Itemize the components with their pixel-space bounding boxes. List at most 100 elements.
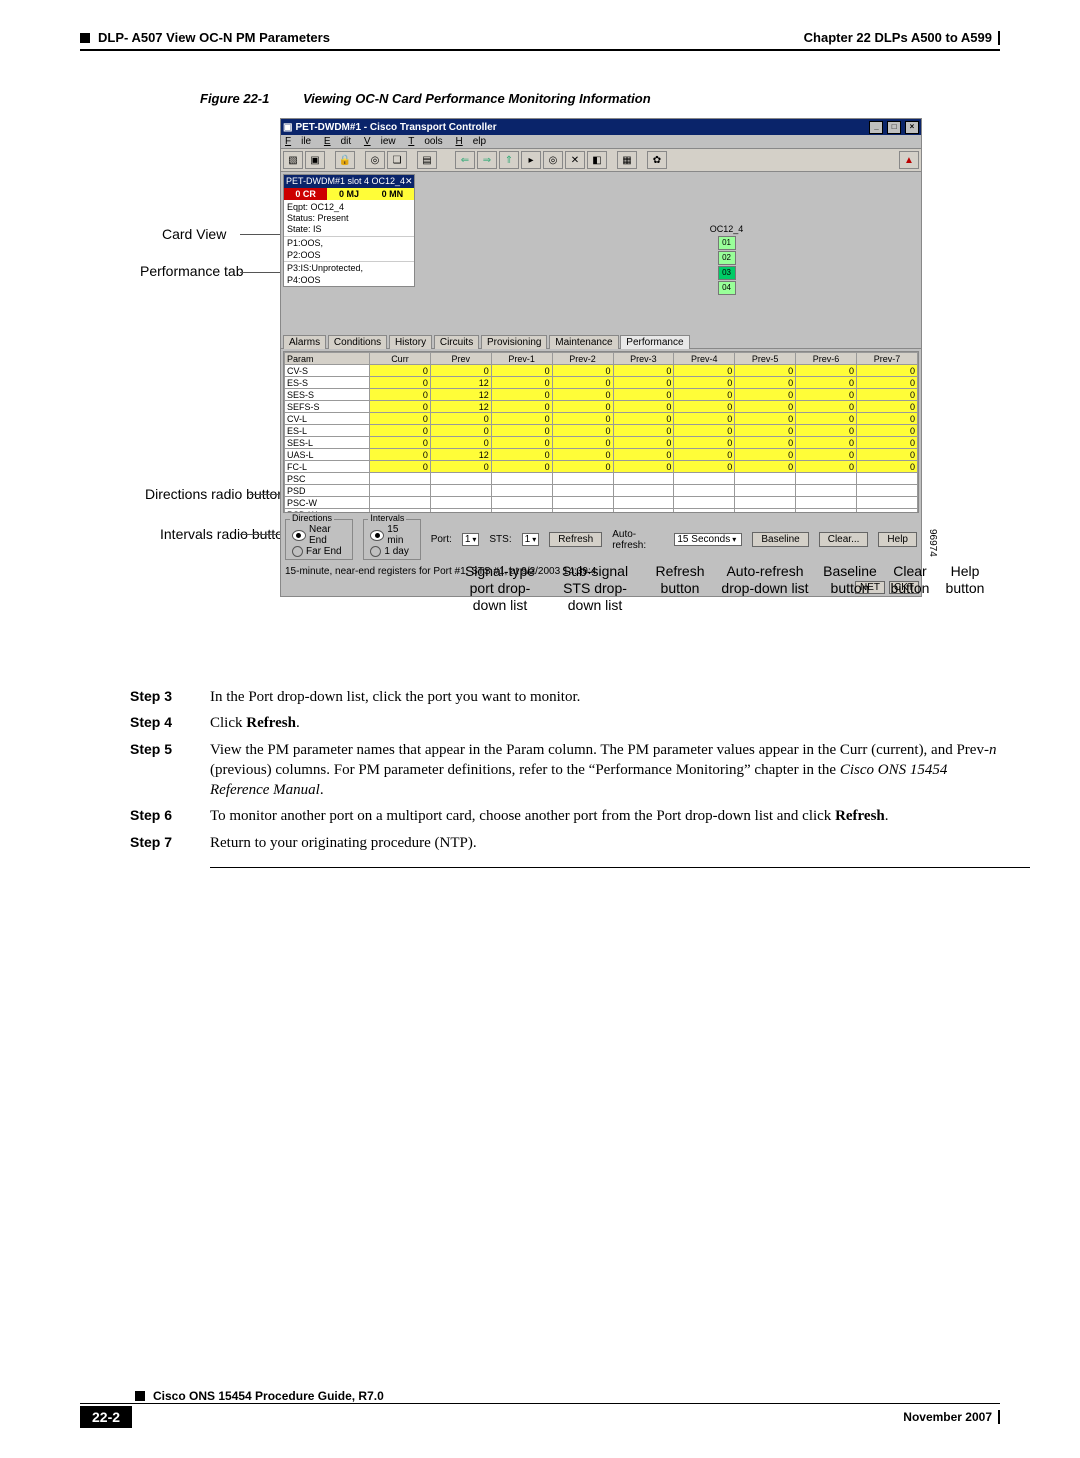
figure-label: Figure 22-1: [200, 91, 269, 106]
auto-refresh-dropdown[interactable]: 15 Seconds: [674, 533, 742, 546]
app-icon: ▣: [283, 122, 292, 133]
radio-far-end[interactable]: Far End: [292, 546, 346, 557]
info-eqpt: Eqpt: OC12_4: [287, 202, 411, 213]
port-p2: P2:OOS: [284, 249, 414, 261]
close-button[interactable]: ×: [905, 121, 919, 134]
tool-btn[interactable]: ◎: [365, 151, 385, 169]
perf-table-container: ParamCurrPrevPrev-1Prev-2Prev-3Prev-4Pre…: [283, 351, 919, 513]
header-bar: [998, 31, 1000, 45]
step4-label: Step 4: [130, 713, 210, 733]
table-row: PSC: [285, 473, 918, 485]
table-row: CV-S000000000: [285, 365, 918, 377]
tab-maintenance[interactable]: Maintenance: [549, 335, 618, 349]
tool-fwd[interactable]: ⇒: [477, 151, 497, 169]
alarm-cr: 0 CR: [284, 188, 327, 200]
tool-back[interactable]: ⇐: [455, 151, 475, 169]
card-port[interactable]: 04: [718, 281, 736, 295]
radio-15min[interactable]: 15 min: [370, 524, 413, 546]
page-footer: Cisco ONS 15454 Procedure Guide, R7.0 22…: [80, 1389, 1000, 1428]
intervals-group: Intervals 15 min 1 day: [363, 519, 420, 560]
menu-view[interactable]: View: [364, 136, 396, 147]
port-p3: P3:IS:Unprotected,: [284, 261, 414, 274]
tab-circuits[interactable]: Circuits: [434, 335, 479, 349]
menubar: File Edit View Tools Help: [281, 135, 921, 149]
refresh-button[interactable]: Refresh: [549, 532, 602, 547]
clear-button[interactable]: Clear...: [819, 532, 869, 547]
tab-row: Alarms Conditions History Circuits Provi…: [281, 334, 921, 349]
card-port[interactable]: 03: [718, 266, 736, 280]
menu-file[interactable]: File: [285, 136, 311, 147]
help-button[interactable]: Help: [878, 532, 917, 547]
tool-btn[interactable]: ▤: [417, 151, 437, 169]
tool-btn[interactable]: ❏: [387, 151, 407, 169]
callout-signal-type: Signal-type port drop-down list: [455, 563, 545, 613]
table-row: PSD: [285, 485, 918, 497]
callout-baseline: Baseline button: [815, 563, 885, 597]
nav-pane: PET-DWDM#1 slot 4 OC12_4✕ 0 CR 0 MJ 0 MN…: [283, 174, 415, 287]
step6-text: To monitor another port on a multiport c…: [210, 806, 1000, 826]
table-row: PSC-W: [285, 497, 918, 509]
footer-guide: Cisco ONS 15454 Procedure Guide, R7.0: [153, 1389, 384, 1403]
tool-btn[interactable]: ✕: [565, 151, 585, 169]
tool-btn[interactable]: ▦: [617, 151, 637, 169]
tab-alarms[interactable]: Alarms: [283, 335, 326, 349]
card-port[interactable]: 01: [718, 236, 736, 250]
sts-dropdown[interactable]: 1: [522, 533, 540, 546]
step6-label: Step 6: [130, 806, 210, 826]
tool-btn[interactable]: ▣: [305, 151, 325, 169]
maximize-button[interactable]: □: [887, 121, 901, 134]
tool-btn[interactable]: ◎: [543, 151, 563, 169]
menu-help[interactable]: Help: [455, 136, 486, 147]
table-row: CV-L000000000: [285, 413, 918, 425]
perf-table: ParamCurrPrevPrev-1Prev-2Prev-3Prev-4Pre…: [284, 352, 918, 513]
port-dropdown[interactable]: 1: [462, 533, 480, 546]
card-graphic: OC12_4 01 02 03 04: [420, 174, 918, 334]
baseline-button[interactable]: Baseline: [752, 532, 808, 547]
tool-btn[interactable]: ◧: [587, 151, 607, 169]
table-row: SES-L000000000: [285, 437, 918, 449]
card-port[interactable]: 02: [718, 251, 736, 265]
page-number: 22-2: [80, 1406, 132, 1428]
minimize-button[interactable]: _: [869, 121, 883, 134]
callout-refresh: Refresh button: [645, 563, 715, 597]
auto-refresh-label: Auto-refresh:: [612, 529, 664, 551]
tool-btn[interactable]: ▸: [521, 151, 541, 169]
footer-date: November 2007: [903, 1410, 992, 1424]
radio-1day[interactable]: 1 day: [370, 546, 413, 557]
port-label: Port:: [431, 534, 452, 545]
tool-btn[interactable]: ✿: [647, 151, 667, 169]
tab-provisioning[interactable]: Provisioning: [481, 335, 547, 349]
table-row: ES-L000000000: [285, 425, 918, 437]
info-state: State: IS: [287, 224, 411, 235]
table-row: FC-L000000000: [285, 461, 918, 473]
header-left: DLP- A507 View OC-N PM Parameters: [98, 30, 330, 45]
callout-clear: Clear button: [880, 563, 940, 597]
menu-edit[interactable]: Edit: [324, 136, 351, 147]
card-label: OC12_4: [710, 224, 744, 234]
step5-text: View the PM parameter names that appear …: [210, 740, 1000, 801]
menu-tools[interactable]: Tools: [408, 136, 442, 147]
alarm-mj: 0 MJ: [327, 188, 370, 200]
step3-text: In the Port drop-down list, click the po…: [210, 687, 1000, 707]
figure-id: 96974: [927, 529, 938, 557]
radio-near-end[interactable]: Near End: [292, 524, 346, 546]
table-row: UAS-L0120000000: [285, 449, 918, 461]
tool-lock[interactable]: 🔒: [335, 151, 355, 169]
tab-conditions[interactable]: Conditions: [328, 335, 387, 349]
directions-group: Directions Near End Far End: [285, 519, 353, 560]
sts-label: STS:: [489, 534, 511, 545]
callout-sub-signal: Sub-signal STS drop-down list: [550, 563, 640, 613]
alert-icon[interactable]: ▲: [899, 151, 919, 169]
window-title: PET-DWDM#1 - Cisco Transport Controller: [295, 122, 496, 133]
step5-label: Step 5: [130, 740, 210, 801]
tab-performance[interactable]: Performance: [620, 335, 689, 349]
callout-performance-tab: Performance tab: [140, 263, 244, 280]
tool-up[interactable]: ⇑: [499, 151, 519, 169]
step4-text: Click Refresh.: [210, 713, 1000, 733]
info-status: Status: Present: [287, 213, 411, 224]
tab-history[interactable]: History: [389, 335, 432, 349]
tool-btn[interactable]: ▧: [283, 151, 303, 169]
step7-text: Return to your originating procedure (NT…: [210, 833, 1000, 853]
step3-label: Step 3: [130, 687, 210, 707]
header-rule: [80, 49, 1000, 51]
